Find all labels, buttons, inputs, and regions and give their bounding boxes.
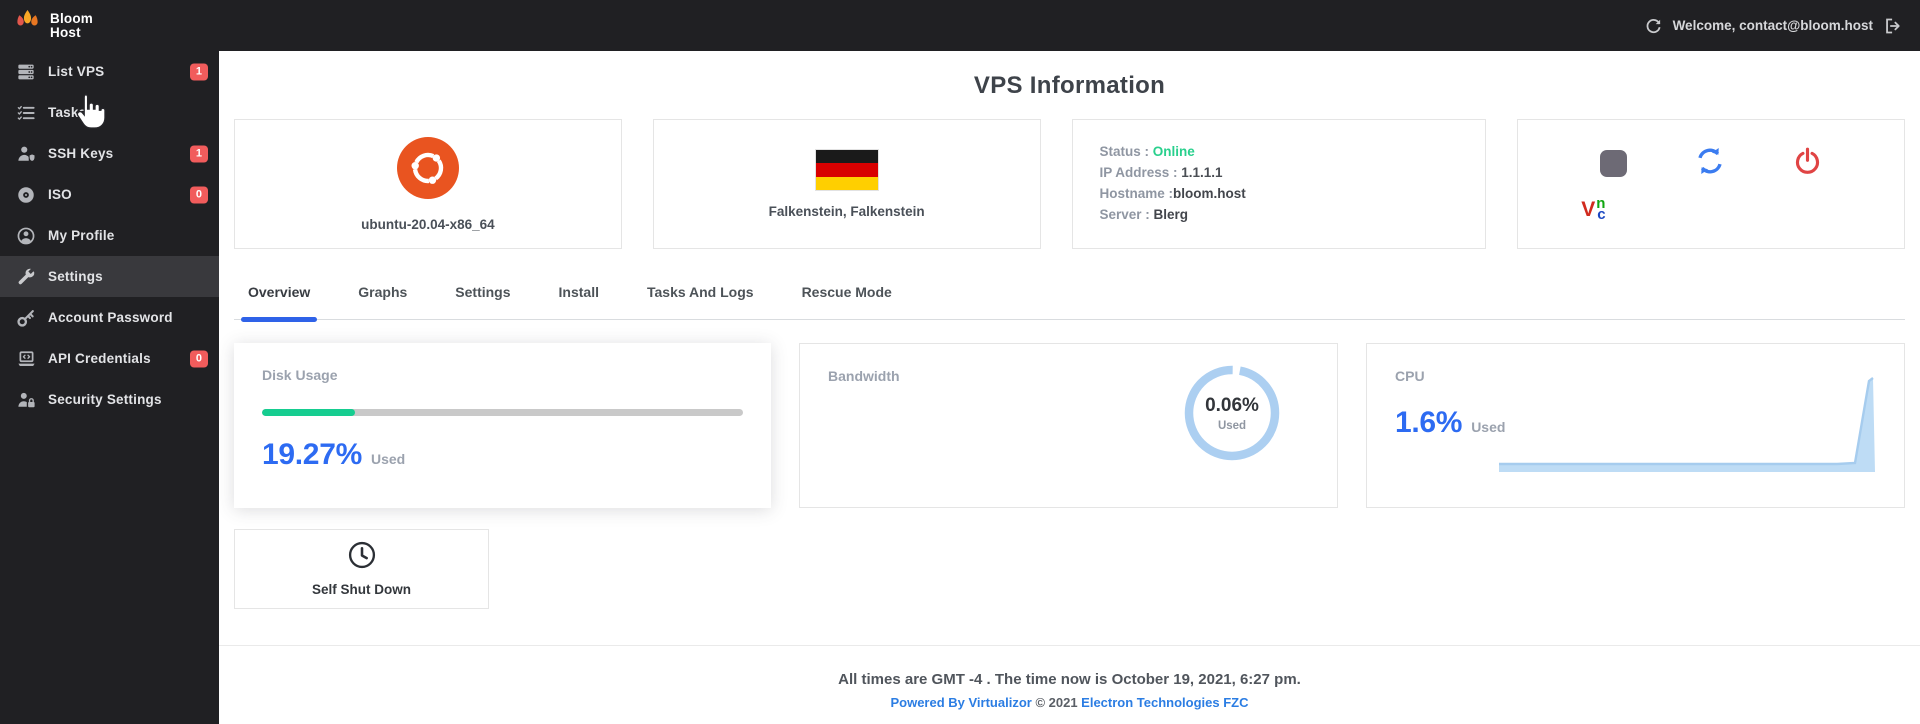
welcome-text: Welcome, contact@bloom.host	[1672, 18, 1873, 33]
tab-rescue-mode[interactable]: Rescue Mode	[799, 284, 895, 319]
clock-icon	[348, 541, 376, 574]
disk-usage-card: Disk Usage 19.27% Used	[234, 343, 771, 508]
disk-usage-title: Disk Usage	[262, 367, 338, 383]
restart-vps-button[interactable]	[1695, 146, 1725, 181]
sidebar-item-settings[interactable]: Settings	[0, 256, 219, 297]
wrench-icon	[15, 268, 37, 286]
tab-overview[interactable]: Overview	[240, 284, 318, 322]
disk-usage-percent: 19.27%	[262, 438, 362, 471]
api-credentials-badge: 0	[189, 350, 208, 367]
disc-icon	[15, 186, 37, 204]
self-shutdown-button[interactable]: Self Shut Down	[234, 529, 489, 609]
self-shutdown-label: Self Shut Down	[312, 582, 411, 597]
tab-tasks-and-logs[interactable]: Tasks And Logs	[644, 284, 757, 319]
status-card: Status : Online IP Address : 1.1.1.1 Hos…	[1071, 119, 1487, 249]
germany-flag-icon	[814, 149, 879, 191]
sidebar-item-list-vps[interactable]: List VPS 1	[0, 51, 219, 92]
bandwidth-donut: 0.06% Used	[1184, 365, 1280, 461]
iso-badge: 0	[189, 186, 208, 203]
sidebar-item-tasks[interactable]: Tasks	[0, 92, 219, 133]
cpu-title: CPU	[1395, 368, 1425, 384]
sidebar-item-iso[interactable]: ISO 0	[0, 174, 219, 215]
tab-install[interactable]: Install	[556, 284, 602, 319]
server-icon	[15, 63, 37, 81]
sidebar-item-my-profile[interactable]: My Profile	[0, 215, 219, 256]
list-vps-badge: 1	[189, 63, 208, 80]
disk-usage-progressbar	[262, 409, 743, 416]
stop-vps-button[interactable]	[1600, 150, 1628, 177]
key-icon	[15, 309, 37, 327]
tab-graphs[interactable]: Graphs	[355, 284, 410, 319]
logout-icon[interactable]	[1884, 17, 1902, 35]
sidebar-item-account-password[interactable]: Account Password	[0, 297, 219, 338]
disk-usage-fill	[262, 409, 355, 416]
electron-technologies-link[interactable]: Electron Technologies FZC	[1081, 695, 1248, 710]
footer: All times are GMT -4 . The time now is O…	[219, 645, 1920, 724]
footer-powered-by: Powered By Virtualizor © 2021 Electron T…	[890, 695, 1249, 710]
hostname-row: Hostname :bloom.host	[1099, 186, 1246, 201]
refresh-session-icon[interactable]	[1645, 17, 1662, 34]
power-controls-card: Vnc	[1517, 119, 1905, 249]
top-bar: Bloom Host Welcome, contact@bloom.host	[0, 0, 1920, 51]
location-card: Falkenstein, Falkenstein	[652, 119, 1041, 249]
virtualizor-link[interactable]: Powered By Virtualizor	[890, 695, 1031, 710]
sidebar-item-ssh-keys[interactable]: SSH Keys 1	[0, 133, 219, 174]
main-content: VPS Information ubuntu-20.04-x86_64 Falk…	[219, 51, 1920, 724]
brand-logo[interactable]: Bloom Host	[0, 8, 93, 43]
bandwidth-title: Bandwidth	[828, 368, 900, 384]
brand-name: Bloom Host	[50, 10, 93, 40]
footer-time-text: All times are GMT -4 . The time now is O…	[838, 671, 1301, 688]
laptop-code-icon	[15, 350, 37, 368]
poweroff-vps-button[interactable]	[1793, 147, 1822, 181]
status-online-value: Online	[1152, 144, 1195, 159]
tasks-icon	[15, 104, 37, 122]
vps-tabs: Overview Graphs Settings Install Tasks A…	[234, 284, 1905, 322]
cpu-percent: 1.6%	[1395, 406, 1463, 439]
ssh-keys-badge: 1	[189, 145, 208, 162]
page-title: VPS Information	[973, 72, 1166, 99]
bloomhost-flame-icon	[14, 8, 41, 43]
sidebar-item-security-settings[interactable]: Security Settings	[0, 379, 219, 420]
bandwidth-card: Bandwidth 0.06% Used	[799, 343, 1338, 508]
ubuntu-logo-icon	[396, 136, 459, 204]
user-lock-icon	[15, 391, 37, 409]
status-row: Status : Online	[1099, 144, 1195, 159]
user-shield-icon	[15, 145, 37, 163]
cpu-sparkline-chart	[1499, 377, 1875, 472]
ip-row: IP Address : 1.1.1.1	[1099, 165, 1223, 180]
location-name: Falkenstein, Falkenstein	[768, 204, 925, 219]
sidebar: List VPS 1 Tasks SSH Keys 1 ISO 0 My Pro…	[0, 51, 219, 724]
os-name: ubuntu-20.04-x86_64	[361, 216, 495, 232]
sidebar-item-api-credentials[interactable]: API Credentials 0	[0, 338, 219, 379]
os-card: ubuntu-20.04-x86_64	[234, 119, 622, 249]
user-circle-icon	[15, 227, 37, 245]
server-row: Server : Blerg	[1099, 207, 1189, 222]
tab-settings[interactable]: Settings	[452, 284, 513, 319]
cpu-card: CPU 1.6% Used	[1366, 343, 1905, 508]
bandwidth-percent: 0.06%	[1205, 394, 1259, 416]
